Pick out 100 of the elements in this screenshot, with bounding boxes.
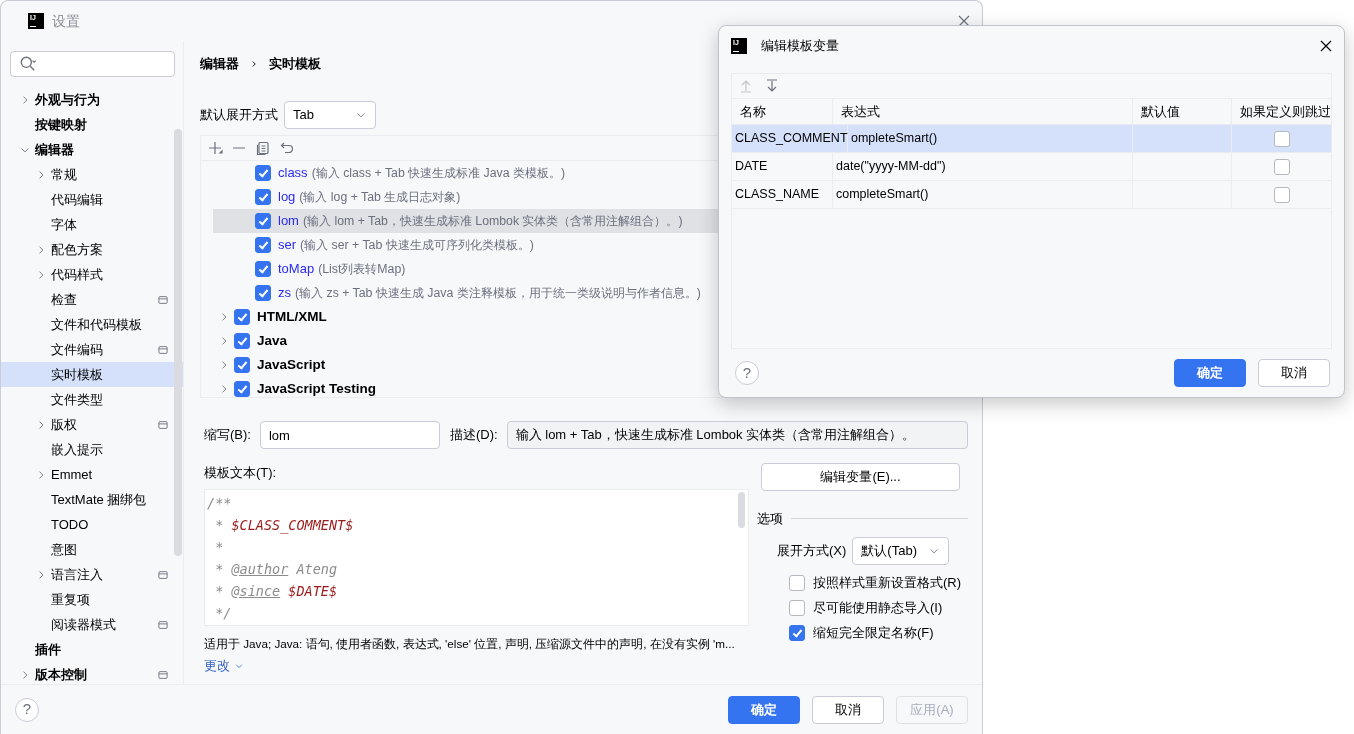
- sidebar-item[interactable]: 嵌入提示: [1, 437, 183, 462]
- checkbox[interactable]: [1273, 158, 1290, 175]
- table-cell: CLASS_NAME: [732, 181, 833, 209]
- field-label: 缩写(B):: [204, 426, 251, 445]
- expand-select[interactable]: 默认(Tab): [852, 536, 950, 565]
- move-down-icon[interactable]: [764, 78, 780, 94]
- template-name: log: [278, 188, 296, 207]
- code-line: * @author Ateng: [214, 559, 339, 579]
- project-scope-icon: [157, 418, 169, 431]
- table-cell: DATE: [732, 153, 833, 181]
- code-line: * $CLASS_COMMENT$: [214, 515, 355, 536]
- checkbox[interactable]: [234, 309, 250, 325]
- project-scope-icon: [157, 668, 169, 681]
- checkbox[interactable]: [234, 333, 250, 349]
- template-group-row[interactable]: Java: [213, 329, 967, 353]
- code-line: /**: [207, 493, 233, 513]
- ok-button[interactable]: 确定: [1174, 359, 1246, 387]
- template-description: (输入 lom + Tab，快速生成标准 Lombok 实体类（含常用注解组合）。): [302, 212, 683, 230]
- checkbox-label: 尽可能使用静态导入(I): [813, 599, 943, 618]
- checkbox[interactable]: [789, 600, 805, 616]
- help-button[interactable]: ?: [15, 697, 39, 722]
- checkbox[interactable]: [255, 237, 271, 253]
- template-description: (输入 log + Tab 生成日志对象): [299, 188, 461, 206]
- sidebar-item[interactable]: 语言注入: [1, 562, 183, 587]
- checkbox[interactable]: [234, 381, 250, 397]
- sidebar-item[interactable]: Emmet: [1, 462, 183, 487]
- edit-variables-button[interactable]: 编辑变量(E)...: [761, 463, 960, 491]
- sidebar-item[interactable]: 文件编码: [1, 337, 183, 362]
- breadcrumb-item[interactable]: 实时模板: [269, 54, 321, 74]
- checkbox[interactable]: [1273, 186, 1290, 203]
- checkbox[interactable]: [255, 261, 271, 277]
- template-row[interactable]: ser (输入 ser + Tab 快速生成可序列化类模板。): [213, 233, 967, 257]
- checkbox[interactable]: [789, 625, 805, 641]
- sidebar-item[interactable]: TODO: [1, 512, 183, 537]
- sidebar-item[interactable]: 代码样式: [1, 262, 183, 287]
- sidebar-item[interactable]: 阅读器模式: [1, 612, 183, 637]
- expand-select[interactable]: Tab: [284, 101, 376, 129]
- sidebar-item[interactable]: 文件和代码模板: [1, 312, 183, 337]
- template-row[interactable]: zs (输入 zs + Tab 快速生成 Java 类注释模板，用于统一类级说明与作者信息。): [213, 281, 967, 305]
- project-scope-icon: [157, 618, 169, 631]
- sidebar-item[interactable]: 版本控制: [1, 662, 183, 684]
- template-description: (输入 zs + Tab 快速生成 Java 类注释模板，用于统一类级说明与作者信息。): [295, 284, 701, 302]
- field-label: 展开方式(X): [777, 541, 847, 560]
- add-icon[interactable]: [207, 140, 223, 156]
- sidebar-item[interactable]: 实时模板: [1, 362, 183, 387]
- checkbox-label: 缩短完全限定名称(F): [813, 624, 934, 643]
- applies-to-text: 适用于 Java; Java: 语句, 使用者函数, 表达式, 'else' 位置, 声明, 压缩源文件中的声明, 在没有实例 'm...: [204, 635, 735, 652]
- checkbox[interactable]: [234, 357, 250, 373]
- sidebar-item[interactable]: 配色方案: [1, 237, 183, 262]
- checkbox[interactable]: [255, 285, 271, 301]
- checkbox[interactable]: [255, 189, 271, 205]
- sidebar-item[interactable]: 版权: [1, 412, 183, 437]
- sidebar-item[interactable]: 插件: [1, 637, 183, 662]
- cell-editor-field[interactable]: ompleteSmart(): [848, 125, 1133, 153]
- ok-button[interactable]: 确定: [728, 695, 800, 724]
- sidebar-item[interactable]: 字体: [1, 212, 183, 237]
- scrollbar-thumb[interactable]: [174, 129, 182, 556]
- sidebar-item[interactable]: 意图: [1, 537, 183, 562]
- change-link[interactable]: 更改: [204, 656, 244, 676]
- help-button[interactable]: ?: [735, 361, 759, 385]
- copy-icon[interactable]: [255, 140, 271, 156]
- template-description: (输入 ser + Tab 快速生成可序列化类模板。): [300, 236, 534, 254]
- sidebar-item[interactable]: 文件类型: [1, 387, 183, 412]
- dialog-title: 编辑模板变量: [761, 37, 839, 56]
- search-field[interactable]: [10, 51, 175, 77]
- template-name: lom: [278, 212, 299, 231]
- checkbox-label: 按照样式重新设置格式(R): [813, 574, 962, 593]
- sidebar-item[interactable]: 按键映射: [1, 112, 183, 137]
- code-editor[interactable]: /** * $CLASS_COMMENT$ * * @author Ateng * @since $DATE$ */: [204, 488, 749, 626]
- breadcrumb-item[interactable]: 编辑器: [200, 54, 239, 74]
- section-title: 选项: [757, 510, 783, 528]
- template-group-row[interactable]: HTML/XML: [213, 305, 967, 329]
- sidebar-item[interactable]: 代码编辑: [1, 187, 183, 212]
- dialog-button[interactable]: 取消: [1258, 359, 1330, 387]
- template-name: zs: [278, 284, 291, 303]
- sidebar-item[interactable]: 外观与行为: [1, 87, 183, 112]
- sidebar-item[interactable]: 常规: [1, 162, 183, 187]
- window-title: 设置: [52, 11, 80, 31]
- undo-icon[interactable]: [279, 140, 295, 156]
- checkbox[interactable]: [255, 165, 271, 181]
- dialog-button[interactable]: 取消: [812, 695, 884, 724]
- template-description: (List列表转Map): [318, 260, 406, 278]
- sidebar-item[interactable]: 检查: [1, 287, 183, 312]
- table-cell: completeSmart(): [833, 181, 1133, 209]
- project-scope-icon: [157, 568, 169, 581]
- template-name: class: [278, 164, 308, 183]
- close-icon[interactable]: [1318, 38, 1334, 54]
- abbreviation-field[interactable]: lom: [259, 421, 440, 449]
- checkbox[interactable]: [789, 575, 805, 591]
- scrollbar-thumb[interactable]: [738, 491, 745, 528]
- template-name: ser: [278, 236, 297, 255]
- description-field[interactable]: 输入 lom + Tab，快速生成标准 Lombok 实体类（含常用注解组合）。: [506, 421, 968, 449]
- checkbox[interactable]: [1273, 130, 1290, 147]
- sidebar-item[interactable]: TextMate 捆绑包: [1, 487, 183, 512]
- template-name: toMap: [278, 260, 315, 279]
- sidebar-item[interactable]: 重复项: [1, 587, 183, 612]
- sidebar-item[interactable]: 编辑器: [1, 137, 183, 162]
- template-row[interactable]: toMap (List列表转Map): [213, 257, 967, 281]
- project-scope-icon: [157, 293, 169, 306]
- checkbox[interactable]: [255, 213, 271, 229]
